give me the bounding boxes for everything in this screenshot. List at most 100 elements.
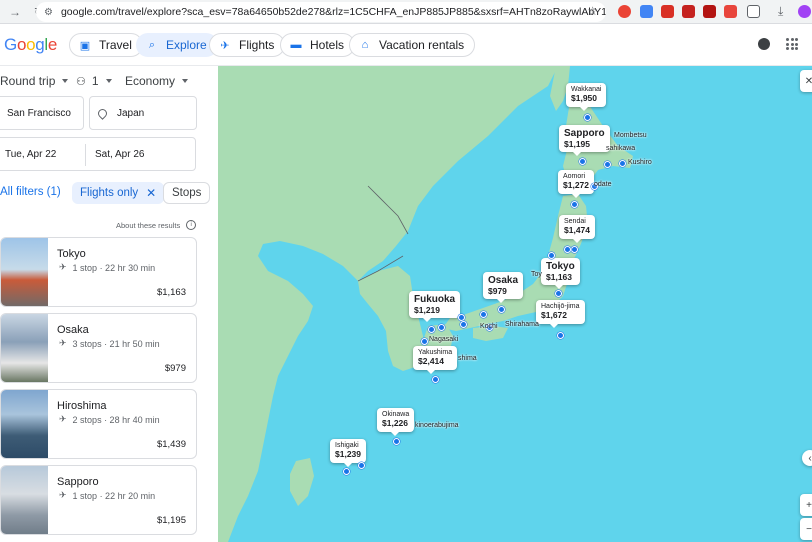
result-card-sapporo[interactable]: Sapporo ✈ 1 stop · 22 hr 20 min $1,195 [0,465,197,535]
airport-dot[interactable] [579,158,586,165]
chevron-down-icon [62,79,69,83]
airport-dot[interactable] [619,160,626,167]
airport-dot[interactable] [428,326,435,333]
airport-dot[interactable] [421,338,428,345]
extension-icon-4[interactable] [682,5,695,18]
airport-dot[interactable] [564,246,571,253]
result-city: Tokyo [57,248,86,260]
airport-dot[interactable] [604,161,611,168]
city-thumbnail [1,466,48,534]
forward-icon[interactable]: → [6,3,24,21]
result-stops: 2 stops · 28 hr 40 min [72,414,160,425]
result-city: Osaka [57,324,89,336]
bed-icon: ▬ [290,39,302,51]
extension-icon-1[interactable] [618,5,631,18]
close-map-icon[interactable]: ✕ [800,70,812,92]
airport-dot[interactable] [393,438,400,445]
airplane-icon: ✈ [59,262,67,272]
map-destination-aomori[interactable]: Aomori $1,272 [558,170,594,198]
tab-hotels[interactable]: ▬ Hotels [280,33,356,57]
map-destination-tokyo[interactable]: Tokyo $1,163 [541,258,580,290]
airport-dot[interactable] [571,246,578,253]
map-destination-okinawa[interactable]: Okinawa $1,226 [377,408,415,436]
airport-dot[interactable] [584,114,591,121]
profile-avatar[interactable] [798,5,811,18]
result-stops: 1 stop · 22 hr 20 min [72,490,156,501]
dates-field[interactable]: Tue, Apr 22 Sat, Apr 26 [0,137,196,171]
map-label: Kochi [480,323,498,330]
map-label: Shirahama [505,321,539,328]
info-icon: i [186,220,197,230]
site-settings-icon[interactable]: ⚙ [44,7,53,18]
result-price: $979 [164,363,186,374]
airport-dot[interactable] [460,321,467,328]
explore-map[interactable]: Wakkanai $1,950 Sapporo $1,195 Aomori $1,27… [218,66,812,542]
flights-only-chip[interactable]: Flights only ✕ [72,182,165,204]
zoom-out-button[interactable]: − [800,518,812,540]
travel-bag-icon: ▣ [79,39,91,52]
map-destination-sapporo[interactable]: Sapporo $1,195 [559,125,610,157]
map-destination-yakushima[interactable]: Yakushima $2,414 [413,346,458,374]
chevron-left-icon[interactable]: ‹ [802,450,812,466]
airport-dot[interactable] [358,462,365,469]
airport-dot[interactable] [498,306,505,313]
house-icon: ⌂ [361,39,369,51]
google-logo[interactable]: Google [4,35,57,55]
map-destination-hachijo-jima[interactable]: Hachijō-jima $1,672 [536,300,585,328]
address-bar[interactable]: ⚙ google.com/travel/explore?sca_esv=78a6… [36,2,606,22]
origin-field[interactable]: San Francisco [0,96,84,130]
result-card-hiroshima[interactable]: Hiroshima ✈ 2 stops · 28 hr 40 min $1,439 [0,389,197,459]
result-card-tokyo[interactable]: Tokyo ✈ 1 stop · 22 hr 30 min $1,163 [0,237,197,307]
url-text: google.com/travel/explore?sca_esv=78a646… [60,6,606,18]
stops-filter-button[interactable]: Stops [163,182,211,204]
map-destination-ishigaki[interactable]: Ishigaki $1,239 [330,439,366,467]
extension-icon-6[interactable] [724,5,737,18]
airport-dot[interactable] [343,468,350,475]
map-destination-wakkanai[interactable]: Wakkanai $1,950 [566,83,607,111]
airport-dot[interactable] [557,332,564,339]
map-destination-osaka[interactable]: Osaka $979 [483,272,524,304]
zoom-in-button[interactable]: + [800,494,812,516]
extension-icon-3[interactable] [661,5,674,18]
trip-type-select[interactable]: Round trip [0,74,69,88]
map-destination-sendai[interactable]: Sendai $1,474 [559,215,595,243]
date-divider [85,144,86,166]
extension-icon-5[interactable] [703,5,716,18]
dark-mode-icon[interactable] [758,38,770,50]
tab-vacation-rentals[interactable]: ⌂ Vacation rentals [349,33,476,57]
extension-icon-2[interactable] [640,5,653,18]
airport-dot[interactable] [555,290,562,297]
map-destination-fukuoka[interactable]: Fukuoka $1,219 [409,291,461,323]
tab-travel[interactable]: ▣ Travel [69,33,143,57]
depart-date[interactable]: Tue, Apr 22 [5,149,56,160]
passengers-select[interactable]: ⚇ 1 [76,74,112,88]
map-label: shima [458,355,477,362]
airport-dot[interactable] [458,314,465,321]
destination-field[interactable]: Japan [89,96,197,130]
map-label: sahikawa [606,145,636,152]
airport-dot[interactable] [548,252,555,259]
apps-grid-icon[interactable] [786,38,798,50]
result-card-osaka[interactable]: Osaka ✈ 3 stops · 21 hr 50 min $979 [0,313,197,383]
airport-dot[interactable] [432,376,439,383]
map-label: Kushiro [628,159,652,166]
download-icon[interactable]: ⤓ [778,5,791,18]
airport-dot[interactable] [571,201,578,208]
chevron-down-icon [105,79,112,83]
close-icon[interactable]: ✕ [146,186,156,200]
return-date[interactable]: Sat, Apr 26 [95,149,144,160]
airport-dot[interactable] [480,311,487,318]
city-thumbnail [1,390,48,458]
filters-row: All filters (1) Flights only ✕ Stops [0,182,218,204]
cabin-select[interactable]: Economy [125,74,189,88]
tab-flights[interactable]: ✈ Flights [209,33,286,57]
all-filters-button[interactable]: All filters (1) [0,186,61,198]
bookmark-star-icon[interactable]: ☆ [587,4,598,18]
about-results[interactable]: About these results i [116,220,197,230]
tab-explore[interactable]: ⌕ Explore [136,33,218,57]
airplane-icon: ✈ [59,338,67,348]
puzzle-extensions-icon[interactable] [747,5,760,18]
result-price: $1,439 [156,439,186,450]
airport-dot[interactable] [438,324,445,331]
map-label: odate [594,181,612,188]
